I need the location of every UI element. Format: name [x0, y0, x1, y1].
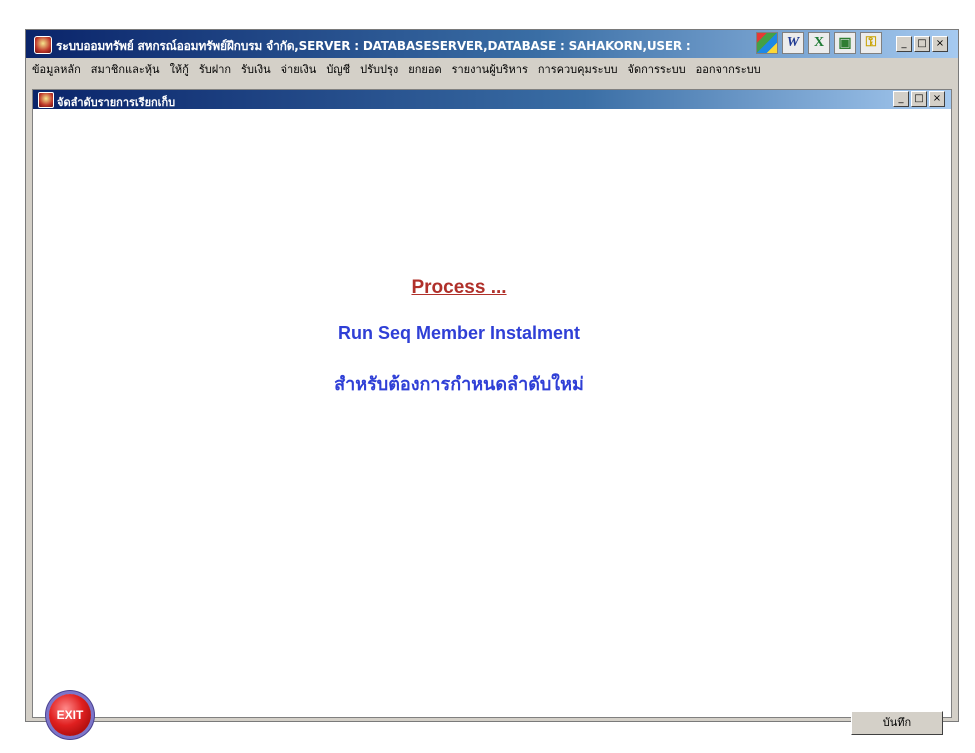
reorder-note: สำหรับต้องการกำหนดลำดับใหม่ — [334, 374, 584, 395]
child-maximize-button[interactable]: □ — [911, 91, 927, 107]
maximize-button[interactable]: □ — [914, 36, 930, 52]
app-icon — [34, 36, 52, 54]
menu-carry-forward[interactable]: ยกยอด — [408, 60, 441, 78]
content-area: Process ... Run Seq Member Instalment สำ… — [33, 109, 951, 736]
main-window-controls: _ □ × — [896, 36, 948, 52]
main-window: ระบบออมทรัพย์ สหกรณ์ออมทรัพย์ฝึกบรม จำกั… — [25, 29, 959, 736]
color-palette-icon[interactable] — [756, 32, 778, 54]
child-app-icon — [38, 92, 54, 108]
menu-adjust[interactable]: ปรับปรุง — [360, 60, 398, 78]
key-icon[interactable]: ⚿ — [860, 32, 882, 54]
child-minimize-button[interactable]: _ — [893, 91, 909, 107]
minimize-button[interactable]: _ — [896, 36, 912, 52]
menu-system-management[interactable]: จัดการระบบ — [628, 60, 686, 78]
exit-button[interactable]: EXIT — [49, 694, 91, 736]
main-titlebar[interactable]: ระบบออมทรัพย์ สหกรณ์ออมทรัพย์ฝึกบรม จำกั… — [26, 30, 958, 58]
menu-pay-money[interactable]: จ่ายเงิน — [281, 60, 317, 78]
child-close-button[interactable]: × — [929, 91, 945, 107]
image-icon[interactable]: ▣ — [834, 32, 856, 54]
menu-master-data[interactable]: ข้อมูลหลัก — [32, 60, 81, 78]
menu-system-control[interactable]: การควบคุมระบบ — [538, 60, 618, 78]
menu-members-shares[interactable]: สมาชิกและหุ้น — [91, 60, 160, 78]
menu-executive-reports[interactable]: รายงานผู้บริหาร — [452, 60, 528, 78]
menu-logout[interactable]: ออกจากระบบ — [696, 60, 761, 78]
child-titlebar[interactable]: จัดลำดับรายการเรียกเก็บ _ □ × — [33, 90, 951, 109]
menu-deposits[interactable]: รับฝาก — [199, 60, 231, 78]
menu-receive-money[interactable]: รับเงิน — [241, 60, 271, 78]
process-label[interactable]: Process ... — [33, 277, 885, 299]
child-window: จัดลำดับรายการเรียกเก็บ _ □ × Process ..… — [32, 89, 952, 736]
excel-icon[interactable]: X — [808, 32, 830, 54]
close-button[interactable]: × — [932, 36, 948, 52]
child-window-controls: _ □ × — [893, 91, 945, 107]
window-title: ระบบออมทรัพย์ สหกรณ์ออมทรัพย์ฝึกบรม จำกั… — [56, 39, 691, 53]
menu-bar: ข้อมูลหลัก สมาชิกและหุ้น ให้กู้ รับฝาก ร… — [26, 59, 958, 79]
run-seq-label: Run Seq Member Instalment — [337, 323, 581, 343]
word-icon[interactable]: W — [782, 32, 804, 54]
menu-loans[interactable]: ให้กู้ — [170, 60, 189, 78]
toolbar-icons: W X ▣ ⚿ — [756, 32, 882, 56]
save-button[interactable]: บันทึก — [851, 711, 943, 735]
menu-accounts[interactable]: บัญชี — [326, 60, 350, 78]
